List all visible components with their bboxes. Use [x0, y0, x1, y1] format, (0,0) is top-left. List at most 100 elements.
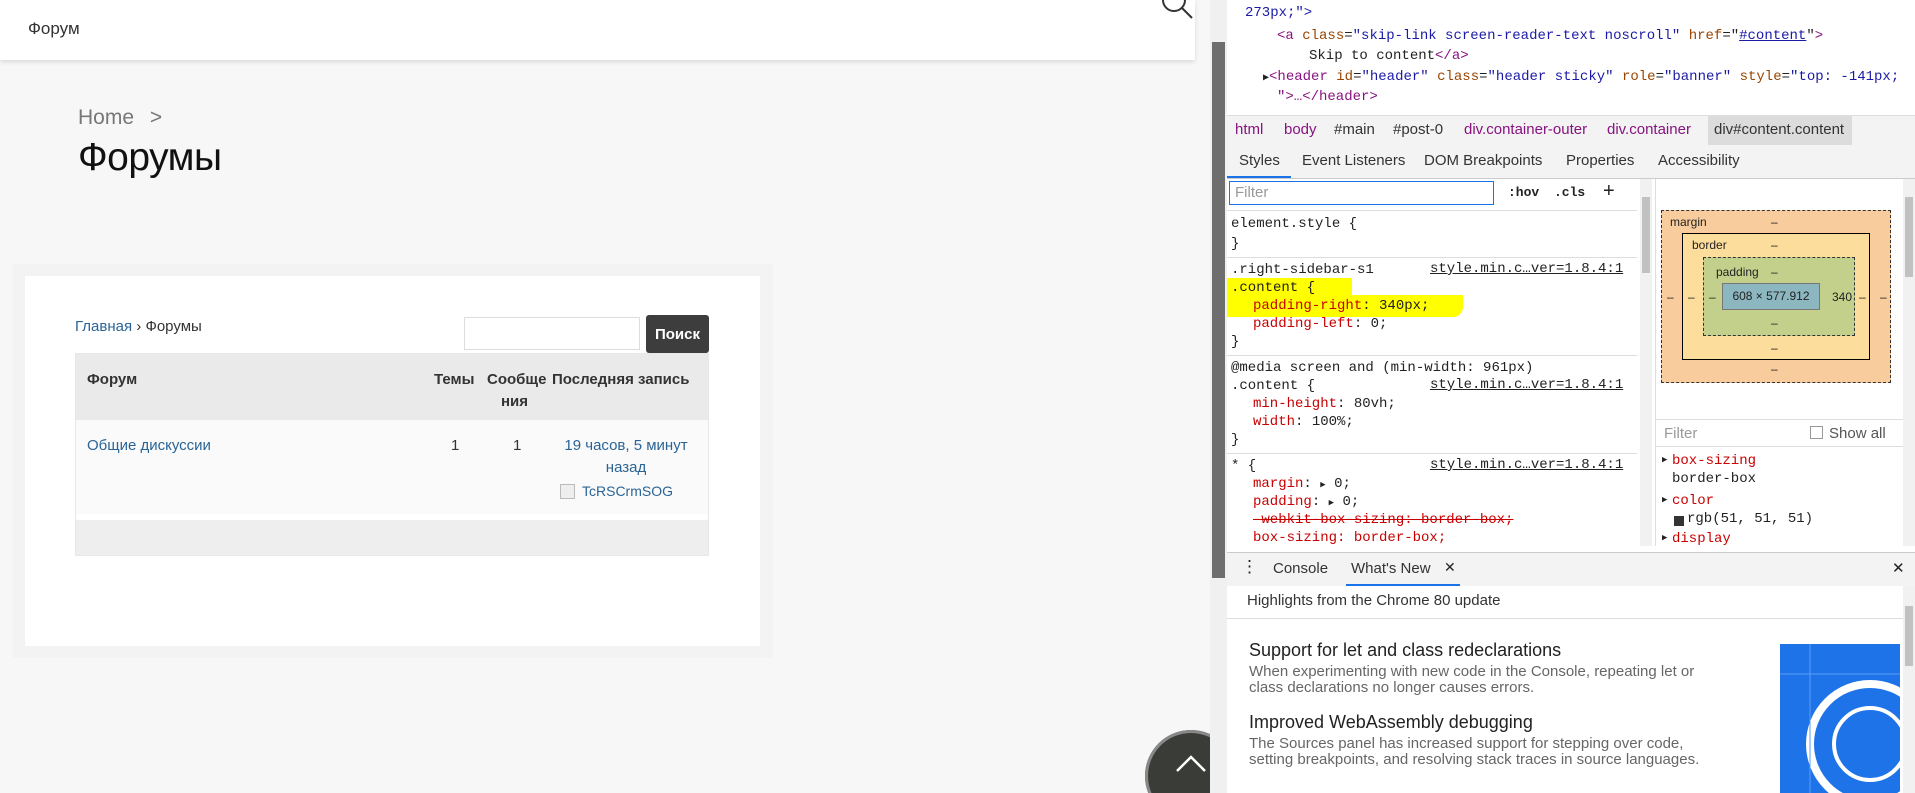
close-drawer-icon[interactable]: ✕: [1892, 559, 1905, 577]
prop-name[interactable]: padding-left: [1253, 316, 1354, 332]
expand-triangle-icon[interactable]: ▶: [1320, 480, 1325, 490]
dom-header-role: "banner": [1663, 69, 1732, 85]
margin-label: margin: [1670, 215, 1707, 229]
cls-toggle[interactable]: .cls: [1554, 185, 1585, 200]
rule2-prop2[interactable]: width: 100%;: [1253, 413, 1354, 431]
rule3-source-link[interactable]: style.min.c…ver=1.8.4:1: [1430, 457, 1623, 473]
prop-name[interactable]: margin: [1253, 476, 1303, 492]
prop-name[interactable]: width: [1253, 414, 1295, 430]
tab-properties[interactable]: Properties: [1566, 152, 1634, 169]
rule2-selector: .content {: [1231, 378, 1316, 394]
forum-search-button[interactable]: Поиск: [646, 315, 709, 353]
rule1-selector2: .content {: [1231, 280, 1316, 296]
breadcrumb-home[interactable]: Home: [78, 106, 134, 129]
rule1-source-link[interactable]: style.min.c…ver=1.8.4:1: [1430, 261, 1623, 277]
color-swatch[interactable]: [1674, 516, 1684, 526]
whats-new-scrollbar[interactable]: [1903, 586, 1915, 793]
rule2-prop1[interactable]: min-height: 80vh;: [1253, 395, 1396, 413]
computed-filter-input[interactable]: Filter: [1664, 425, 1697, 442]
rule3-prop3-overridden[interactable]: -webkit-box-sizing: border-box;: [1253, 511, 1513, 529]
expand-triangle-icon[interactable]: ▶: [1662, 533, 1667, 543]
scroll-to-top-button[interactable]: [1145, 730, 1210, 793]
dom-line-header-close: ">…</header>: [1277, 89, 1378, 105]
styles-scrollbar[interactable]: [1640, 179, 1652, 546]
prop-value[interactable]: 80vh;: [1354, 396, 1396, 412]
crumb-post[interactable]: #post-0: [1393, 121, 1443, 138]
rule3-prop2[interactable]: padding: ▶ 0;: [1253, 493, 1359, 512]
computed-prop-name[interactable]: box-sizing: [1672, 453, 1756, 469]
crumb-content-selected[interactable]: div#content.content: [1708, 116, 1853, 145]
prop-value[interactable]: 0;: [1342, 494, 1359, 510]
web-page: Форум Home > Форумы Главная › Форумы Пои…: [0, 0, 1210, 793]
item2-title[interactable]: Improved WebAssembly debugging: [1249, 712, 1533, 733]
dom-href-link[interactable]: #content: [1739, 28, 1806, 44]
divider: [1227, 210, 1637, 211]
styles-filter-input[interactable]: Filter: [1229, 181, 1494, 205]
prop-value[interactable]: 100%;: [1312, 414, 1354, 430]
item1-title[interactable]: Support for let and class redeclarations: [1249, 640, 1561, 661]
computed-prop-name[interactable]: color: [1672, 493, 1714, 509]
dom-line-skip-link[interactable]: <a class="skip-link screen-reader-text n…: [1277, 27, 1823, 45]
whats-new-scrollbar-thumb[interactable]: [1905, 606, 1913, 666]
last-post-time-line1[interactable]: 19 часов, 5 минут: [564, 437, 687, 454]
box-content[interactable]: 608 × 577.912: [1722, 283, 1820, 310]
forum-breadcrumb-home[interactable]: Главная: [75, 318, 132, 335]
prop-name[interactable]: min-height: [1253, 396, 1337, 412]
page-breadcrumb: Home >: [78, 106, 162, 130]
tab-dom-breakpoints[interactable]: DOM Breakpoints: [1424, 152, 1542, 169]
rule1-prop1[interactable]: padding-right: 340px;: [1253, 297, 1429, 315]
prop-value[interactable]: 0;: [1334, 476, 1351, 492]
crumb-body[interactable]: body: [1284, 121, 1317, 138]
prop-name[interactable]: padding-right: [1253, 298, 1362, 314]
col-forum: Форум: [87, 371, 138, 388]
avatar: [560, 484, 575, 499]
nav-forum-link[interactable]: Форум: [28, 19, 80, 39]
crumb-container[interactable]: div.container: [1607, 121, 1691, 138]
active-tab-indicator: [1227, 176, 1291, 178]
breadcrumb-separator: >: [149, 106, 163, 129]
dom-text: Skip to content: [1309, 48, 1436, 64]
computed-prop-name[interactable]: display: [1672, 531, 1731, 547]
show-all-checkbox[interactable]: [1810, 426, 1823, 439]
tab-event-listeners[interactable]: Event Listeners: [1302, 152, 1405, 169]
new-rule-button[interactable]: +: [1603, 180, 1615, 203]
crumb-html[interactable]: html: [1235, 121, 1263, 138]
close-tab-icon[interactable]: ✕: [1444, 559, 1456, 576]
computed-scrollbar[interactable]: [1903, 179, 1915, 546]
rule3-prop1[interactable]: margin: ▶ 0;: [1253, 475, 1351, 494]
styles-scrollbar-thumb[interactable]: [1642, 197, 1650, 273]
rule3-prop4[interactable]: box-sizing: border-box;: [1253, 529, 1446, 547]
rule1-prop2[interactable]: padding-left: 0;: [1253, 315, 1387, 333]
prop-name[interactable]: padding: [1253, 494, 1312, 510]
expand-triangle-icon[interactable]: ▶: [1662, 495, 1667, 505]
whats-new-panel: Highlights from the Chrome 80 update Sup…: [1227, 586, 1915, 793]
dom-line-text: Skip to content</a>: [1309, 47, 1469, 65]
forum-search-input[interactable]: [464, 317, 640, 350]
prop-value[interactable]: 340px;: [1379, 298, 1429, 314]
tab-whats-new[interactable]: What's New: [1351, 560, 1431, 577]
search-icon[interactable]: [1160, 0, 1194, 20]
crumb-container-outer[interactable]: div.container-outer: [1464, 121, 1587, 138]
crumb-main[interactable]: #main: [1334, 121, 1375, 138]
last-post-author[interactable]: TcRSCrmSOG: [582, 480, 673, 502]
divider: [1227, 618, 1915, 619]
prop-value[interactable]: 0;: [1371, 316, 1388, 332]
page-scrollbar[interactable]: [1210, 0, 1227, 793]
last-post-link[interactable]: 19 часов, 5 минут назад: [551, 435, 701, 479]
page-scrollbar-thumb[interactable]: [1212, 42, 1225, 578]
computed-scrollbar-thumb[interactable]: [1905, 197, 1913, 277]
last-post-time-line2[interactable]: назад: [606, 459, 646, 476]
hov-toggle[interactable]: :hov: [1508, 185, 1539, 200]
col-posts-line2: ния: [501, 393, 529, 410]
show-all-label: Show all: [1829, 425, 1886, 442]
site-header: Форум: [0, 0, 1195, 60]
tab-accessibility[interactable]: Accessibility: [1658, 152, 1740, 169]
forum-link[interactable]: Общие дискуссии: [87, 435, 211, 457]
rule2-source-link[interactable]: style.min.c…ver=1.8.4:1: [1430, 377, 1623, 393]
expand-triangle-icon[interactable]: ▶: [1662, 455, 1667, 465]
drawer-menu-icon[interactable]: ⋮: [1241, 557, 1258, 577]
tab-console[interactable]: Console: [1273, 560, 1328, 577]
dom-line-header[interactable]: ▶<header id="header" class="header stick…: [1263, 68, 1899, 88]
tab-styles[interactable]: Styles: [1239, 152, 1280, 169]
expand-triangle-icon[interactable]: ▶: [1329, 498, 1334, 508]
